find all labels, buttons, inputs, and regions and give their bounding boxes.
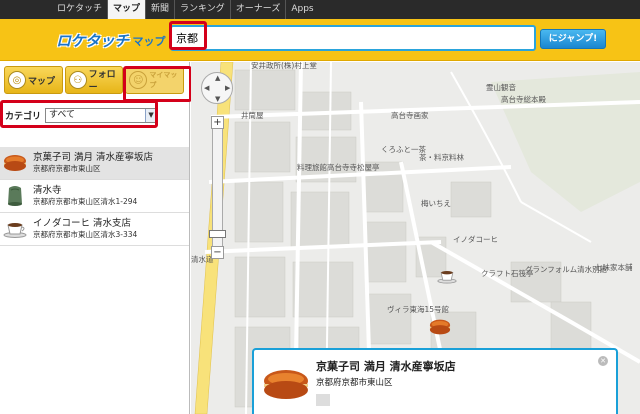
dorayaki-photo bbox=[262, 368, 310, 400]
popup-user-avatar[interactable] bbox=[316, 394, 330, 406]
pan-control[interactable]: ▲ ▼ ◀ ▶ bbox=[201, 72, 233, 104]
left-panel: ◎ マップ ⚇ フォロー ☺ マイマップ カテゴリ すべて ▼ 京菓子司 満月 … bbox=[0, 62, 192, 414]
globe-icon: ◎ bbox=[8, 71, 26, 89]
list-item[interactable]: イノダコーヒ 清水支店 京都府京都市東山区清水3-334 bbox=[0, 213, 189, 246]
nav-item-map[interactable]: マップ bbox=[108, 0, 147, 19]
jump-button[interactable]: にジャンプ! bbox=[540, 29, 606, 49]
tab-mymap[interactable]: ☺ マイマップ bbox=[125, 66, 185, 94]
nav-item-ranking[interactable]: ランキング bbox=[175, 0, 231, 19]
close-icon[interactable]: ✕ bbox=[598, 356, 608, 366]
coffee-cup-icon bbox=[3, 217, 27, 241]
result-address: 京都府京都市東山区清水3-334 bbox=[33, 230, 138, 239]
site-logo[interactable]: ロケタッチ マップ bbox=[56, 29, 166, 51]
nav-item-owners[interactable]: オーナーズ bbox=[231, 0, 287, 19]
people-icon: ⚇ bbox=[68, 71, 87, 89]
pan-up-icon[interactable]: ▲ bbox=[215, 74, 220, 82]
pan-left-icon[interactable]: ◀ bbox=[204, 84, 209, 92]
smiley-icon: ☺ bbox=[129, 71, 148, 89]
search-box bbox=[170, 25, 536, 51]
zoom-in-icon[interactable]: + bbox=[211, 116, 224, 129]
nav-item-apps[interactable]: Apps bbox=[286, 0, 318, 19]
list-item[interactable]: 清水寺 京都府京都市東山区清水1-294 bbox=[0, 180, 189, 213]
map-label: 高台寺総本殿 bbox=[501, 95, 546, 104]
info-popup: 京菓子司 満月 清水産寧坂店 京都府京都市東山区 ✕ bbox=[252, 348, 618, 414]
category-row: カテゴリ すべて ▼ bbox=[2, 104, 188, 126]
header: ロケタッチ マップ にジャンプ! bbox=[0, 19, 640, 61]
result-name: 清水寺 bbox=[33, 185, 62, 196]
zoom-slider-thumb[interactable] bbox=[209, 230, 226, 238]
popup-title[interactable]: 京菓子司 満月 清水産寧坂店 bbox=[316, 358, 456, 374]
map-label: 七味家本舗 bbox=[595, 263, 633, 272]
chevron-down-icon[interactable]: ▼ bbox=[145, 108, 157, 122]
map-label: 井筒屋 bbox=[241, 111, 264, 120]
pan-down-icon[interactable]: ▼ bbox=[215, 95, 220, 103]
list-item[interactable]: 京菓子司 満月 清水産寧坂店 京都府京都市東山区 bbox=[0, 147, 189, 180]
dorayaki-icon bbox=[3, 151, 27, 175]
category-label: カテゴリ bbox=[5, 111, 42, 122]
map-label: 梅いちえ bbox=[421, 199, 451, 208]
map-label: 料理旅館高台寺寺松屋亭 bbox=[297, 163, 380, 172]
tab-bar: ◎ マップ ⚇ フォロー ☺ マイマップ bbox=[4, 66, 192, 102]
nav-item-news[interactable]: 新聞 bbox=[146, 0, 176, 19]
tab-mymap-label: マイマップ bbox=[149, 71, 178, 89]
results-list: 京菓子司 満月 清水産寧坂店 京都府京都市東山区 清水寺 京都府京都市東山区清水… bbox=[0, 147, 189, 246]
map-label: ヴィラ東海15号館 bbox=[387, 305, 450, 314]
category-selected-value: すべて bbox=[49, 109, 76, 120]
search-input[interactable] bbox=[176, 29, 526, 47]
dorayaki-marker-icon[interactable] bbox=[429, 318, 451, 339]
tab-map[interactable]: ◎ マップ bbox=[4, 66, 63, 94]
result-address: 京都府京都市東山区清水1-294 bbox=[33, 197, 138, 206]
popup-address: 京都府京都市東山区 bbox=[316, 378, 393, 388]
tab-follow-label: フォロー bbox=[88, 70, 116, 93]
map-label: 安井政所(株)村上堂 bbox=[251, 62, 317, 70]
result-name: 京菓子司 満月 清水産寧坂店 bbox=[33, 152, 154, 163]
tab-follow[interactable]: ⚇ フォロー bbox=[64, 66, 124, 94]
logo-text: ロケタッチ bbox=[56, 32, 129, 50]
category-select[interactable]: すべて ▼ bbox=[45, 107, 158, 123]
pan-right-icon[interactable]: ▶ bbox=[225, 84, 230, 92]
result-address: 京都府京都市東山区 bbox=[33, 164, 101, 173]
zoom-out-icon[interactable]: − bbox=[211, 246, 224, 259]
map-label: イノダコーヒ bbox=[453, 235, 498, 244]
map-label: 高台寺画家 bbox=[391, 111, 429, 120]
coffee-marker-icon[interactable] bbox=[437, 268, 457, 287]
nav-item-locatouch[interactable]: ロケタッチ bbox=[52, 0, 109, 19]
logo-subtext: マップ bbox=[132, 35, 166, 48]
temple-bell-icon bbox=[3, 184, 27, 208]
map-label: 霊山観音 bbox=[486, 83, 516, 92]
tab-map-label: マップ bbox=[28, 76, 56, 87]
map-label: 茶・料京料林 bbox=[419, 153, 464, 162]
top-nav: ロケタッチ マップ 新聞 ランキング オーナーズ Apps bbox=[0, 0, 640, 19]
result-name: イノダコーヒ 清水支店 bbox=[33, 218, 132, 229]
